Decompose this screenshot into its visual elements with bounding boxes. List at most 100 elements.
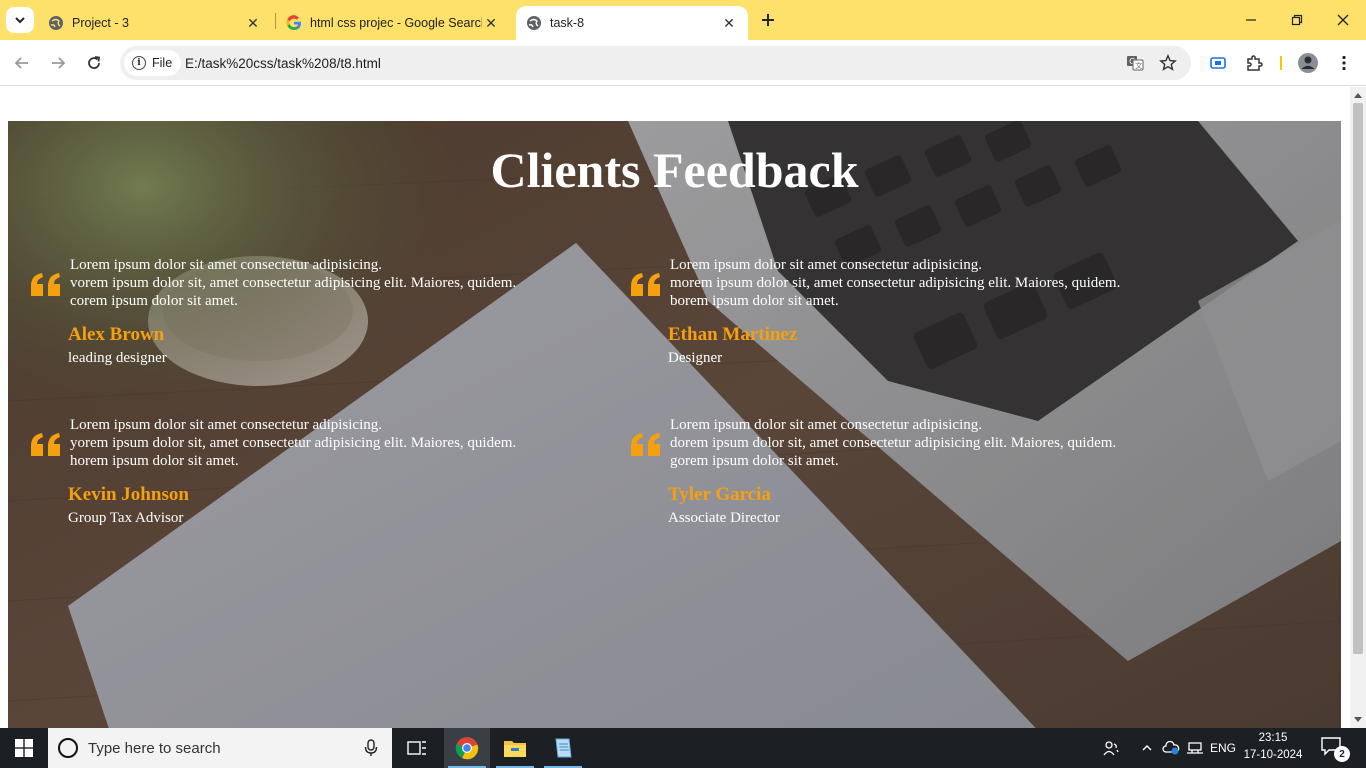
chevron-down-icon bbox=[15, 17, 25, 24]
reload-button[interactable] bbox=[80, 49, 108, 77]
client-name: Ethan Martinez bbox=[668, 324, 798, 345]
chevron-up-icon bbox=[1142, 745, 1152, 751]
google-icon bbox=[286, 15, 301, 31]
close-window-button[interactable] bbox=[1320, 0, 1366, 40]
close-tab-icon[interactable]: ✕ bbox=[720, 14, 738, 32]
testimonial-text: Lorem ipsum dolor sit amet consectetur a… bbox=[670, 416, 1190, 470]
windows-taskbar: Type here to search ENG 23:15 17-10-2024 bbox=[0, 728, 1366, 768]
arrow-right-icon bbox=[52, 57, 66, 69]
tab-strip: Project - 3 ✕ html css projec - Google S… bbox=[0, 0, 1366, 40]
close-tab-icon[interactable]: ✕ bbox=[482, 14, 500, 32]
tab-title: Project - 3 bbox=[72, 16, 129, 30]
address-bar[interactable]: i File E:/task%20css/task%208/t8.html G文 bbox=[120, 46, 1191, 80]
url-text[interactable]: E:/task%20css/task%208/t8.html bbox=[185, 46, 381, 80]
show-hidden-icons-button[interactable] bbox=[1136, 728, 1158, 768]
minimize-button[interactable] bbox=[1228, 0, 1274, 40]
people-icon bbox=[1103, 741, 1119, 756]
start-button[interactable] bbox=[0, 728, 48, 768]
taskbar-app-notepad[interactable] bbox=[540, 728, 586, 768]
ethernet-icon bbox=[1187, 742, 1203, 754]
clock-date: 17-10-2024 bbox=[1243, 749, 1303, 761]
menu-button[interactable] bbox=[1332, 51, 1356, 75]
close-icon bbox=[1337, 14, 1349, 26]
taskbar-app-file-explorer[interactable] bbox=[492, 728, 538, 768]
testimonial-line: horem ipsum dolor sit amet. bbox=[70, 453, 239, 469]
more-vertical-icon bbox=[1342, 55, 1346, 71]
tab-title: html css projec - Google Search bbox=[310, 16, 482, 30]
extensions-button[interactable] bbox=[1242, 51, 1266, 75]
globe-icon bbox=[527, 16, 541, 30]
system-clock[interactable]: 23:15 17-10-2024 bbox=[1236, 730, 1310, 766]
plus-icon bbox=[762, 14, 774, 26]
testimonial-line: borem ipsum dolor sit amet. bbox=[670, 293, 839, 309]
client-name: Kevin Johnson bbox=[68, 484, 189, 505]
tab-search-button[interactable] bbox=[6, 7, 34, 33]
network-button[interactable] bbox=[1184, 728, 1206, 768]
translate-button[interactable]: G文 bbox=[1125, 53, 1145, 73]
avatar-icon bbox=[1298, 53, 1318, 73]
testimonial-text: Lorem ipsum dolor sit amet consectetur a… bbox=[70, 416, 590, 470]
onedrive-button[interactable] bbox=[1160, 728, 1182, 768]
toolbar-divider bbox=[1280, 56, 1282, 70]
testimonial-line: morem ipsum dolor sit, amet consectetur … bbox=[670, 275, 1121, 291]
info-icon: i bbox=[132, 56, 146, 70]
tab-title: task-8 bbox=[550, 16, 585, 30]
input-language-button[interactable]: ENG bbox=[1208, 728, 1238, 768]
client-name: Tyler Garcia bbox=[668, 484, 771, 505]
tab-project-3[interactable]: Project - 3 ✕ bbox=[38, 6, 272, 40]
tab-google-search[interactable]: html css projec - Google Search ✕ bbox=[276, 6, 510, 40]
restore-button[interactable] bbox=[1274, 0, 1320, 40]
testimonial-line: Lorem ipsum dolor sit amet consectetur a… bbox=[670, 257, 983, 273]
translate-icon: G文 bbox=[1127, 56, 1144, 71]
scroll-down-arrow-icon[interactable] bbox=[1354, 717, 1362, 722]
minimize-icon bbox=[1246, 19, 1256, 21]
taskbar-app-chrome[interactable] bbox=[444, 728, 490, 768]
site-info-chip[interactable]: i File bbox=[124, 50, 182, 76]
profile-button[interactable] bbox=[1296, 51, 1320, 75]
star-icon bbox=[1159, 54, 1177, 71]
arrow-left-icon bbox=[14, 57, 28, 69]
vertical-scrollbar[interactable] bbox=[1350, 87, 1366, 728]
screencast-button[interactable] bbox=[1206, 51, 1230, 75]
browser-toolbar: i File E:/task%20css/task%208/t8.html G文 bbox=[0, 40, 1366, 86]
new-tab-button[interactable] bbox=[756, 8, 780, 32]
client-role: Associate Director bbox=[668, 510, 781, 526]
puzzle-icon bbox=[1247, 55, 1263, 71]
people-button[interactable] bbox=[1100, 728, 1122, 768]
scheme-label: File bbox=[152, 56, 173, 70]
page-viewport: Clients Feedback Lorem ipsum dolor sit a… bbox=[0, 87, 1350, 728]
tab-task-8[interactable]: task-8 ✕ bbox=[516, 6, 748, 40]
quote-icon bbox=[31, 273, 60, 296]
taskbar-search-box[interactable]: Type here to search bbox=[48, 728, 392, 768]
back-button[interactable] bbox=[8, 49, 36, 77]
microphone-icon[interactable] bbox=[362, 739, 380, 757]
testimonial-line: vorem ipsum dolor sit, amet consectetur … bbox=[70, 275, 517, 291]
forward-button[interactable] bbox=[44, 49, 72, 77]
scroll-up-arrow-icon[interactable] bbox=[1354, 93, 1362, 98]
client-role: Designer bbox=[668, 350, 723, 366]
cortana-icon bbox=[58, 738, 78, 758]
testimonial-line: yorem ipsum dolor sit, amet consectetur … bbox=[70, 435, 517, 451]
testimonial-line: Lorem ipsum dolor sit amet consectetur a… bbox=[670, 417, 983, 433]
testimonial-line: gorem ipsum dolor sit amet. bbox=[670, 453, 839, 469]
task-view-button[interactable] bbox=[394, 728, 440, 768]
testimonial-line: corem ipsum dolor sit amet. bbox=[70, 293, 238, 309]
cloud-sync-icon bbox=[1162, 741, 1180, 755]
scroll-thumb[interactable] bbox=[1353, 103, 1363, 654]
bookmark-button[interactable] bbox=[1158, 53, 1178, 73]
quote-icon bbox=[31, 433, 60, 456]
client-name: Alex Brown bbox=[68, 324, 165, 345]
testimonial-line: dorem ipsum dolor sit, amet consectetur … bbox=[670, 435, 1117, 451]
search-placeholder: Type here to search bbox=[88, 739, 221, 757]
client-role: leading designer bbox=[68, 350, 167, 366]
close-tab-icon[interactable]: ✕ bbox=[244, 14, 262, 32]
chrome-icon bbox=[455, 737, 479, 760]
clock-time: 23:15 bbox=[1258, 732, 1288, 744]
quote-icon bbox=[631, 433, 660, 456]
globe-icon bbox=[49, 16, 63, 30]
page-title: Clients Feedback bbox=[490, 142, 859, 198]
quote-icon bbox=[631, 273, 660, 296]
testimonial-line: Lorem ipsum dolor sit amet consectetur a… bbox=[70, 257, 383, 273]
action-center-button[interactable]: 2 bbox=[1320, 736, 1350, 762]
cast-icon bbox=[1210, 57, 1226, 69]
